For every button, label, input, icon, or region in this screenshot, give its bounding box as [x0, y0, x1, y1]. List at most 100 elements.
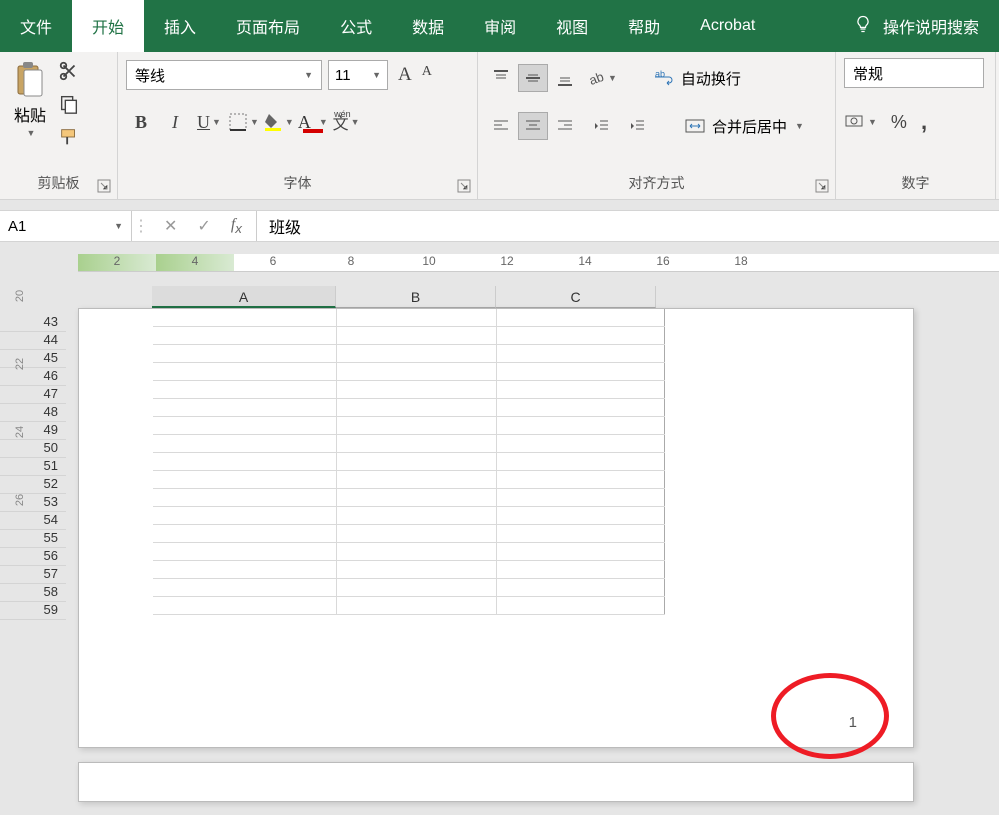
formula-input[interactable]: 班级: [257, 214, 999, 238]
ruler-mark: 12: [468, 254, 546, 271]
increase-indent-button[interactable]: [622, 112, 652, 140]
align-bottom-button[interactable]: [550, 64, 580, 92]
font-name-value: 等线: [135, 65, 165, 86]
tab-review[interactable]: 审阅: [464, 0, 536, 52]
column-header-b[interactable]: B: [336, 286, 496, 308]
chevron-down-icon: ▼: [372, 70, 381, 80]
alignment-dialog-launcher[interactable]: [815, 179, 829, 193]
paste-button[interactable]: 粘贴 ▼: [8, 58, 52, 153]
percent-button[interactable]: %: [891, 112, 907, 133]
row-header[interactable]: 48: [0, 404, 66, 422]
table-row[interactable]: [153, 543, 665, 561]
name-box[interactable]: A1 ▼: [0, 211, 132, 241]
decrease-indent-button[interactable]: [586, 112, 616, 140]
wrap-text-button[interactable]: ab 自动换行: [647, 65, 747, 91]
table-row[interactable]: [153, 597, 665, 615]
tab-home[interactable]: 开始: [72, 0, 144, 52]
tab-data[interactable]: 数据: [392, 0, 464, 52]
underline-button[interactable]: U▼: [194, 106, 224, 138]
ribbon: 粘贴 ▼ 剪贴板 等线 ▼ 11 ▼ A: [0, 52, 999, 200]
row-header[interactable]: 49: [0, 422, 66, 440]
number-format-select[interactable]: 常规: [844, 58, 984, 88]
row-header[interactable]: 43: [0, 314, 66, 332]
align-right-button[interactable]: [550, 112, 580, 140]
table-row[interactable]: [153, 381, 665, 399]
row-header[interactable]: 44: [0, 332, 66, 350]
chevron-down-icon: ▼: [114, 221, 123, 231]
table-row[interactable]: [153, 561, 665, 579]
tab-page-layout[interactable]: 页面布局: [216, 0, 320, 52]
font-size-select[interactable]: 11 ▼: [328, 60, 388, 90]
phonetic-button[interactable]: wén文▼: [332, 106, 362, 138]
group-font: 等线 ▼ 11 ▼ A A B I U▼ ▼ ▼ A▼ wén文▼ 字体: [118, 52, 478, 199]
border-button[interactable]: ▼: [228, 106, 259, 138]
fill-color-button[interactable]: ▼: [263, 106, 294, 138]
font-color-button[interactable]: A▼: [298, 106, 328, 138]
table-row[interactable]: [153, 345, 665, 363]
fx-button[interactable]: fx: [231, 216, 242, 236]
table-row[interactable]: [153, 489, 665, 507]
align-top-button[interactable]: [486, 64, 516, 92]
cut-button[interactable]: [58, 60, 80, 87]
row-header[interactable]: 50: [0, 440, 66, 458]
row-header[interactable]: 56: [0, 548, 66, 566]
row-header[interactable]: 54: [0, 512, 66, 530]
ruler-mark: 22: [14, 358, 26, 370]
enter-formula-button[interactable]: ✓: [197, 216, 210, 236]
cell-grid[interactable]: [153, 309, 665, 615]
italic-button[interactable]: I: [160, 106, 190, 138]
table-row[interactable]: [153, 327, 665, 345]
table-row[interactable]: [153, 435, 665, 453]
orientation-button[interactable]: ab▼: [586, 62, 617, 94]
table-row[interactable]: [153, 507, 665, 525]
cancel-formula-button[interactable]: ✕: [164, 216, 177, 236]
tab-view[interactable]: 视图: [536, 0, 608, 52]
row-header[interactable]: 46: [0, 368, 66, 386]
copy-button[interactable]: [58, 93, 80, 120]
merge-center-button[interactable]: 合并后居中 ▼: [678, 113, 810, 139]
table-row[interactable]: [153, 417, 665, 435]
row-header[interactable]: 57: [0, 566, 66, 584]
column-header-c[interactable]: C: [496, 286, 656, 308]
tab-insert[interactable]: 插入: [144, 0, 216, 52]
vertical-ruler: 20222426: [14, 290, 26, 506]
increase-font-button[interactable]: A: [394, 62, 416, 88]
row-header[interactable]: 45: [0, 350, 66, 368]
row-header[interactable]: 59: [0, 602, 66, 620]
table-row[interactable]: [153, 525, 665, 543]
svg-text:ab: ab: [587, 69, 606, 88]
decrease-font-button[interactable]: A: [418, 62, 436, 88]
tab-help[interactable]: 帮助: [608, 0, 680, 52]
table-row[interactable]: [153, 579, 665, 597]
align-left-button[interactable]: [486, 112, 516, 140]
tab-formulas[interactable]: 公式: [320, 0, 392, 52]
row-header[interactable]: 51: [0, 458, 66, 476]
tab-acrobat[interactable]: Acrobat: [680, 0, 775, 52]
tell-me-search[interactable]: 操作说明搜索: [833, 14, 999, 39]
row-header[interactable]: 47: [0, 386, 66, 404]
bold-button[interactable]: B: [126, 106, 156, 138]
font-dialog-launcher[interactable]: [457, 179, 471, 193]
accounting-format-button[interactable]: ▼: [844, 112, 877, 132]
table-row[interactable]: [153, 399, 665, 417]
align-center-button[interactable]: [518, 112, 548, 140]
font-name-select[interactable]: 等线 ▼: [126, 60, 322, 90]
clipboard-dialog-launcher[interactable]: [97, 179, 111, 193]
row-header[interactable]: 58: [0, 584, 66, 602]
table-row[interactable]: [153, 309, 665, 327]
ruler-mark: 2: [78, 254, 156, 271]
ruler-mark: 26: [14, 494, 26, 506]
row-header[interactable]: 53: [0, 494, 66, 512]
align-middle-button[interactable]: [518, 64, 548, 92]
ruler-mark: 16: [624, 254, 702, 271]
tab-file[interactable]: 文件: [0, 0, 72, 52]
table-row[interactable]: [153, 471, 665, 489]
table-row[interactable]: [153, 363, 665, 381]
column-header-a[interactable]: A: [152, 286, 336, 308]
ruler-mark: 20: [14, 290, 26, 302]
comma-button[interactable]: ,: [921, 109, 927, 135]
format-painter-button[interactable]: [58, 126, 80, 153]
table-row[interactable]: [153, 453, 665, 471]
row-header[interactable]: 52: [0, 476, 66, 494]
row-header[interactable]: 55: [0, 530, 66, 548]
